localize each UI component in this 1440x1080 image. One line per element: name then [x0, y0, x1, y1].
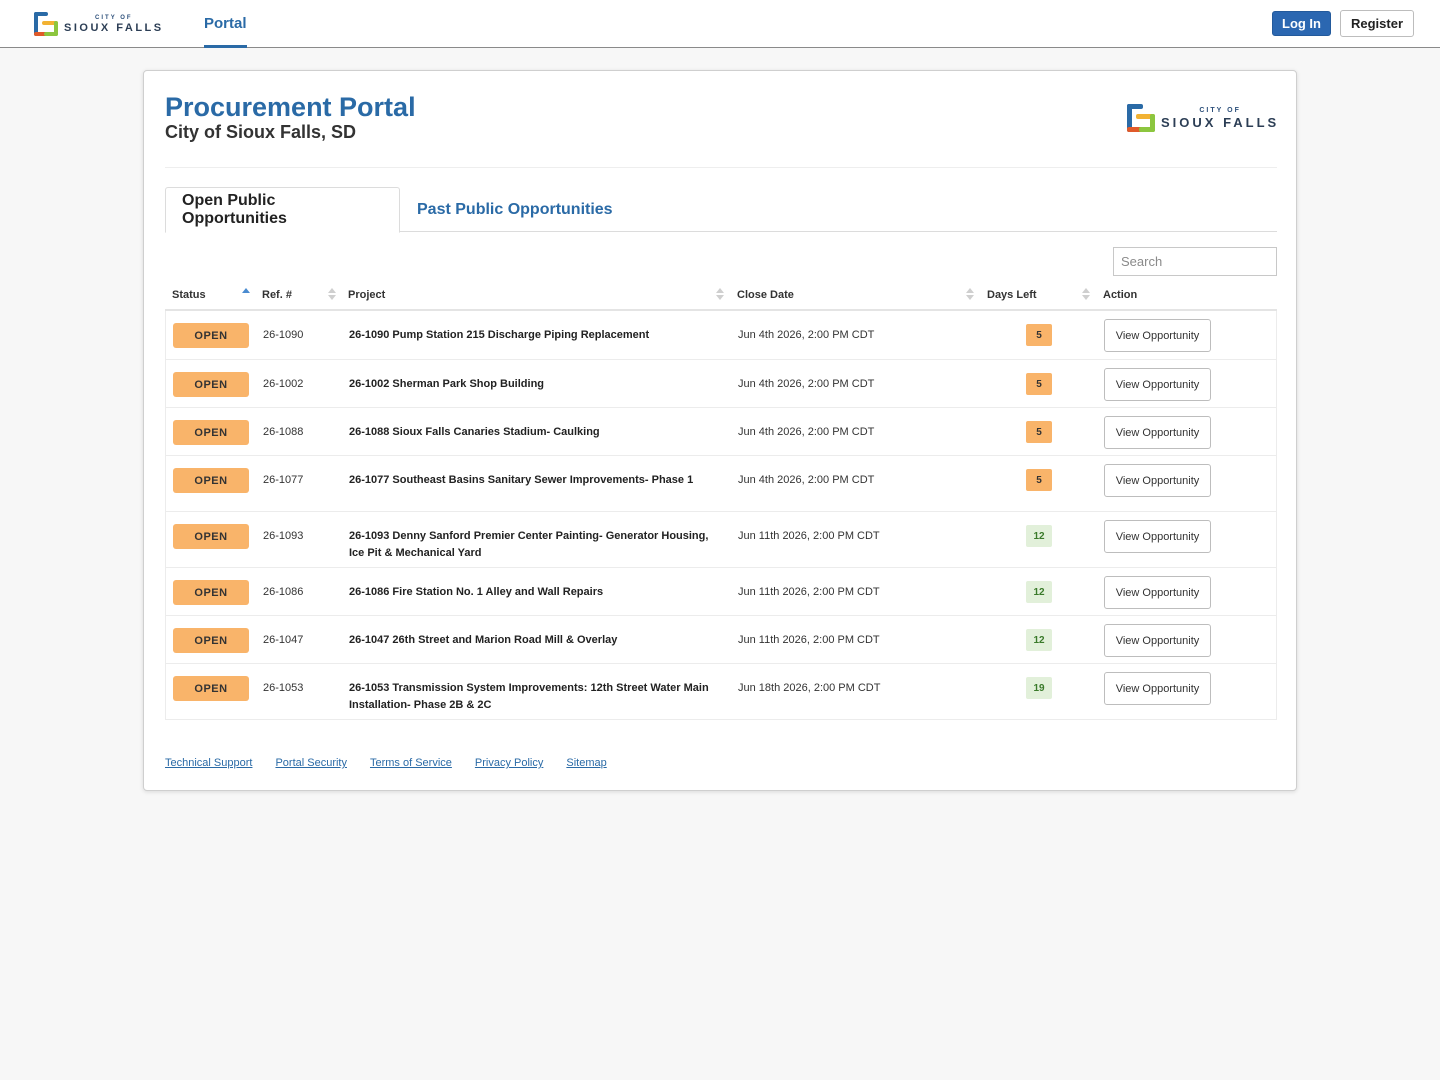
login-button[interactable]: Log In: [1272, 11, 1331, 36]
status-badge: OPEN: [173, 524, 249, 549]
project-name: 26-1077 Southeast Basins Sanitary Sewer …: [349, 474, 694, 486]
page-title: Procurement Portal: [165, 92, 416, 122]
view-opportunity-button[interactable]: View Opportunity: [1104, 464, 1211, 497]
table-header: Status Ref. # Project Close Date Days Le…: [165, 281, 1277, 311]
view-opportunity-button[interactable]: View Opportunity: [1104, 416, 1211, 449]
status-badge: OPEN: [173, 420, 249, 445]
logo-big-text: SIOUX FALLS: [64, 21, 164, 34]
header-divider: [165, 167, 1277, 168]
status-badge: OPEN: [173, 580, 249, 605]
project-name: 26-1088 Sioux Falls Canaries Stadium- Ca…: [349, 426, 600, 438]
ref-number: 26-1093: [263, 530, 304, 542]
table-row: OPEN 26-1090 26-1090 Pump Station 215 Disc…: [166, 311, 1276, 359]
view-opportunity-button[interactable]: View Opportunity: [1104, 624, 1211, 657]
project-name: 26-1086 Fire Station No. 1 Alley and Wal…: [349, 586, 604, 598]
sort-icon[interactable]: [1082, 288, 1090, 302]
register-button[interactable]: Register: [1340, 10, 1414, 37]
ref-number: 26-1090: [263, 329, 304, 341]
days-left-badge: 5: [1026, 469, 1052, 491]
column-header-days-left[interactable]: Days Left: [987, 281, 1037, 311]
logo-small-text: CITY OF: [1199, 107, 1241, 114]
sort-icon[interactable]: [966, 288, 974, 302]
portal-card: Procurement Portal City of Sioux Falls, …: [143, 70, 1297, 791]
close-date: Jun 4th 2026, 2:00 PM CDT: [738, 474, 875, 486]
footer-link-terms-of-service[interactable]: Terms of Service: [370, 757, 452, 769]
days-left-badge: 12: [1026, 525, 1052, 547]
city-logo[interactable]: CITY OF SIOUX FALLS: [34, 12, 164, 36]
opportunities-table: Status Ref. # Project Close Date Days Le…: [165, 281, 1277, 720]
close-date: Jun 11th 2026, 2:00 PM CDT: [738, 586, 880, 598]
ref-number: 26-1088: [263, 426, 304, 438]
sort-icon[interactable]: [328, 288, 336, 302]
column-header-action: Action: [1103, 289, 1138, 301]
table-row: OPEN 26-1047 26-1047 26th Street and Mario…: [166, 615, 1276, 663]
column-header-status[interactable]: Status: [172, 281, 206, 311]
tab-open-opportunities[interactable]: Open Public Opportunities: [165, 187, 400, 233]
sioux-falls-logo-icon: [34, 12, 58, 36]
project-name: 26-1047 26th Street and Marion Road Mill…: [349, 634, 618, 646]
table-row: OPEN 26-1093 26-1093 Denny Sanford Premier…: [166, 511, 1276, 567]
days-left-badge: 12: [1026, 629, 1052, 651]
project-name: 26-1090 Pump Station 215 Discharge Pipin…: [349, 329, 650, 341]
days-left-badge: 5: [1026, 421, 1052, 443]
view-opportunity-button[interactable]: View Opportunity: [1104, 672, 1211, 705]
card-city-logo: CITY OF SIOUX FALLS: [1127, 104, 1279, 132]
footer-link-portal-security[interactable]: Portal Security: [275, 757, 347, 769]
opportunity-tabs: Open Public Opportunities Past Public Op…: [165, 187, 1277, 233]
column-header-ref[interactable]: Ref. #: [262, 281, 292, 311]
footer-links: Technical Support Portal Security Terms of…: [165, 757, 607, 769]
view-opportunity-button[interactable]: View Opportunity: [1104, 368, 1211, 401]
close-date: Jun 11th 2026, 2:00 PM CDT: [738, 530, 880, 542]
ref-number: 26-1077: [263, 474, 304, 486]
project-name: 26-1002 Sherman Park Shop Building: [349, 378, 545, 390]
table-row: OPEN 26-1077 26-1077 Southeast Basins Sani…: [166, 455, 1276, 511]
project-name: 26-1093 Denny Sanford Premier Center Pai…: [349, 530, 709, 559]
ref-number: 26-1047: [263, 634, 304, 646]
close-date: Jun 4th 2026, 2:00 PM CDT: [738, 329, 875, 341]
sort-asc-icon[interactable]: [242, 288, 250, 302]
logo-small-text: CITY OF: [95, 14, 133, 21]
view-opportunity-button[interactable]: View Opportunity: [1104, 520, 1211, 553]
table-row: OPEN 26-1088 26-1088 Sioux Falls Canaries …: [166, 407, 1276, 455]
table-row: OPEN 26-1053 26-1053 Transmission System I…: [166, 663, 1276, 719]
status-badge: OPEN: [173, 372, 249, 397]
status-badge: OPEN: [173, 323, 249, 348]
table-row: OPEN 26-1002 26-1002 Sherman Park Shop Bui…: [166, 359, 1276, 407]
close-date: Jun 11th 2026, 2:00 PM CDT: [738, 634, 880, 646]
logo-big-text: SIOUX FALLS: [1161, 115, 1280, 130]
sioux-falls-logo-icon: [1127, 104, 1155, 132]
column-header-close-date[interactable]: Close Date: [737, 281, 794, 311]
close-date: Jun 18th 2026, 2:00 PM CDT: [738, 682, 881, 694]
status-badge: OPEN: [173, 468, 249, 493]
view-opportunity-button[interactable]: View Opportunity: [1104, 319, 1211, 352]
top-navbar: CITY OF SIOUX FALLS Portal Log In Regist…: [0, 0, 1440, 48]
ref-number: 26-1053: [263, 682, 304, 694]
column-header-project[interactable]: Project: [348, 281, 385, 311]
status-badge: OPEN: [173, 676, 249, 701]
tab-past-opportunities[interactable]: Past Public Opportunities: [401, 187, 629, 233]
ref-number: 26-1086: [263, 586, 304, 598]
footer-link-technical-support[interactable]: Technical Support: [165, 757, 252, 769]
table-body: OPEN 26-1090 26-1090 Pump Station 215 Disc…: [165, 311, 1277, 720]
ref-number: 26-1002: [263, 378, 304, 390]
sort-icon[interactable]: [716, 288, 724, 302]
view-opportunity-button[interactable]: View Opportunity: [1104, 576, 1211, 609]
close-date: Jun 4th 2026, 2:00 PM CDT: [738, 378, 875, 390]
page-subtitle: City of Sioux Falls, SD: [165, 122, 357, 142]
days-left-badge: 5: [1026, 324, 1052, 346]
days-left-badge: 5: [1026, 373, 1052, 395]
nav-portal-link[interactable]: Portal: [204, 0, 247, 48]
days-left-badge: 12: [1026, 581, 1052, 603]
table-row: OPEN 26-1086 26-1086 Fire Station No. 1 Al…: [166, 567, 1276, 615]
status-badge: OPEN: [173, 628, 249, 653]
footer-link-privacy-policy[interactable]: Privacy Policy: [475, 757, 543, 769]
project-name: 26-1053 Transmission System Improvements…: [349, 682, 709, 711]
days-left-badge: 19: [1026, 677, 1052, 699]
footer-link-sitemap[interactable]: Sitemap: [566, 757, 606, 769]
search-input[interactable]: [1113, 247, 1277, 276]
close-date: Jun 4th 2026, 2:00 PM CDT: [738, 426, 875, 438]
